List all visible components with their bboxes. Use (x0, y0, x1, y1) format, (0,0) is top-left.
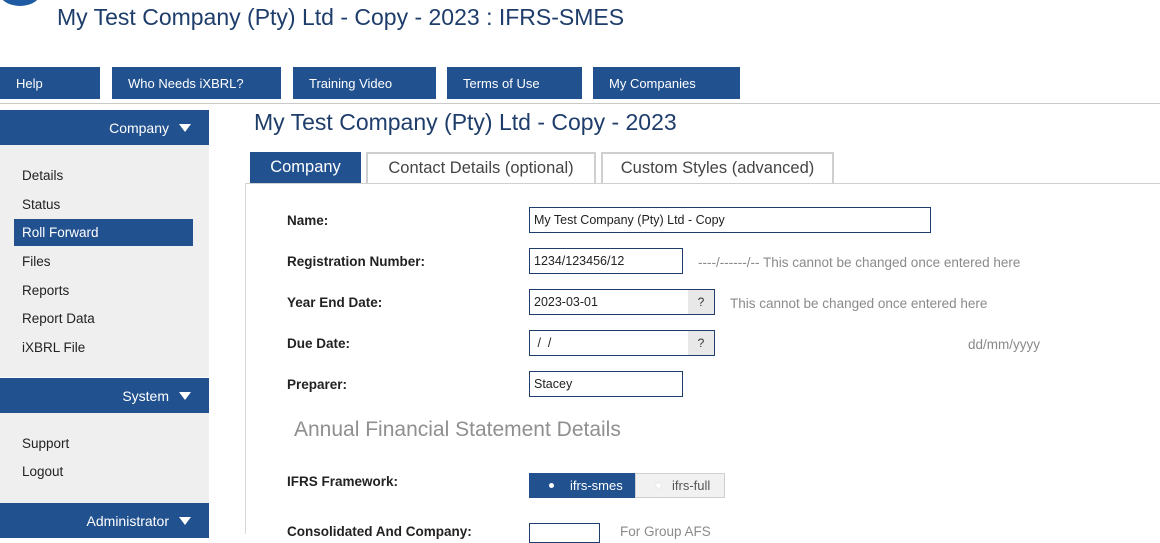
nav-help-button[interactable]: Help (0, 67, 100, 99)
chevron-down-icon (179, 391, 191, 400)
chevron-down-icon (179, 516, 191, 525)
framework-option-ifrs-full[interactable]: ifrs-full (635, 473, 725, 498)
tab-contact-details[interactable]: Contact Details (optional) (366, 152, 596, 183)
nav-my-companies-button[interactable]: My Companies (593, 67, 740, 99)
due-date-label: Due Date: (287, 336, 351, 351)
tab-bar-divider (245, 183, 1160, 184)
name-label: Name: (287, 213, 329, 228)
registration-number-input[interactable]: 1234/123456/12 (529, 248, 683, 274)
chevron-down-icon (179, 123, 191, 132)
year-end-date-value: 2023-03-01 (534, 295, 598, 309)
consolidated-select[interactable] (529, 523, 600, 543)
sidebar-system-header[interactable]: System (0, 378, 209, 413)
framework-option-ifrs-smes[interactable]: ifrs-smes (529, 473, 635, 498)
sidebar-company-header[interactable]: Company (0, 110, 209, 145)
registration-number-hint: ----/------/-- This cannot be changed on… (698, 255, 1021, 270)
sidebar-item-ixbrl-file[interactable]: iXBRL File (14, 334, 193, 361)
sidebar-administrator-heading: Administrator (86, 512, 169, 529)
due-date-help-button[interactable]: ? (688, 331, 714, 355)
framework-option-ifrs-smes-label: ifrs-smes (570, 478, 623, 493)
due-date-format-hint: dd/mm/yyyy (968, 337, 1041, 352)
sidebar-item-status[interactable]: Status (14, 191, 193, 218)
preparer-input[interactable]: Stacey (529, 371, 683, 397)
nav-who-needs-ixbrl-button[interactable]: Who Needs iXBRL? (112, 67, 281, 99)
consolidated-label: Consolidated And Company: (287, 524, 472, 539)
tab-company[interactable]: Company (250, 152, 361, 183)
radio-unselected-icon (656, 483, 661, 488)
ifrs-framework-label: IFRS Framework: (287, 474, 399, 489)
header-divider (0, 103, 1160, 104)
registration-number-label: Registration Number: (287, 254, 426, 269)
page-title: My Test Company (Pty) Ltd - Copy - 2023 (254, 109, 677, 135)
due-date-value: / / (534, 336, 552, 350)
radio-selected-icon (549, 483, 554, 488)
afs-section-title: Annual Financial Statement Details (294, 418, 621, 441)
sidebar-item-details[interactable]: Details (14, 162, 193, 189)
nav-terms-of-use-button[interactable]: Terms of Use (447, 67, 582, 99)
sidebar-system-heading: System (122, 387, 169, 404)
sidebar-item-logout[interactable]: Logout (14, 458, 193, 485)
content-left-border (245, 183, 246, 534)
name-input[interactable]: My Test Company (Pty) Ltd - Copy (529, 207, 931, 233)
sidebar-company-heading: Company (109, 119, 169, 136)
year-end-help-button[interactable]: ? (688, 290, 714, 314)
sidebar-item-support[interactable]: Support (14, 430, 193, 457)
due-date-input[interactable]: / / ? (529, 330, 715, 356)
app-logo (0, 0, 42, 6)
framework-option-ifrs-full-label: ifrs-full (672, 478, 711, 493)
year-end-date-label: Year End Date: (287, 295, 383, 310)
tab-custom-styles[interactable]: Custom Styles (advanced) (601, 152, 834, 183)
sidebar-administrator-header[interactable]: Administrator (0, 503, 209, 538)
nav-training-video-button[interactable]: Training Video (293, 67, 436, 99)
year-end-date-hint: This cannot be changed once entered here (730, 296, 988, 311)
sidebar-item-report-data[interactable]: Report Data (14, 305, 193, 332)
app-title: My Test Company (Pty) Ltd - Copy - 2023 … (57, 4, 625, 30)
sidebar-item-reports[interactable]: Reports (14, 277, 193, 304)
sidebar-item-files[interactable]: Files (14, 248, 193, 275)
consolidated-hint: For Group AFS (620, 524, 711, 539)
year-end-date-input[interactable]: 2023-03-01 ? (529, 289, 715, 315)
sidebar-item-roll-forward[interactable]: Roll Forward (14, 219, 193, 246)
preparer-label: Preparer: (287, 377, 348, 392)
